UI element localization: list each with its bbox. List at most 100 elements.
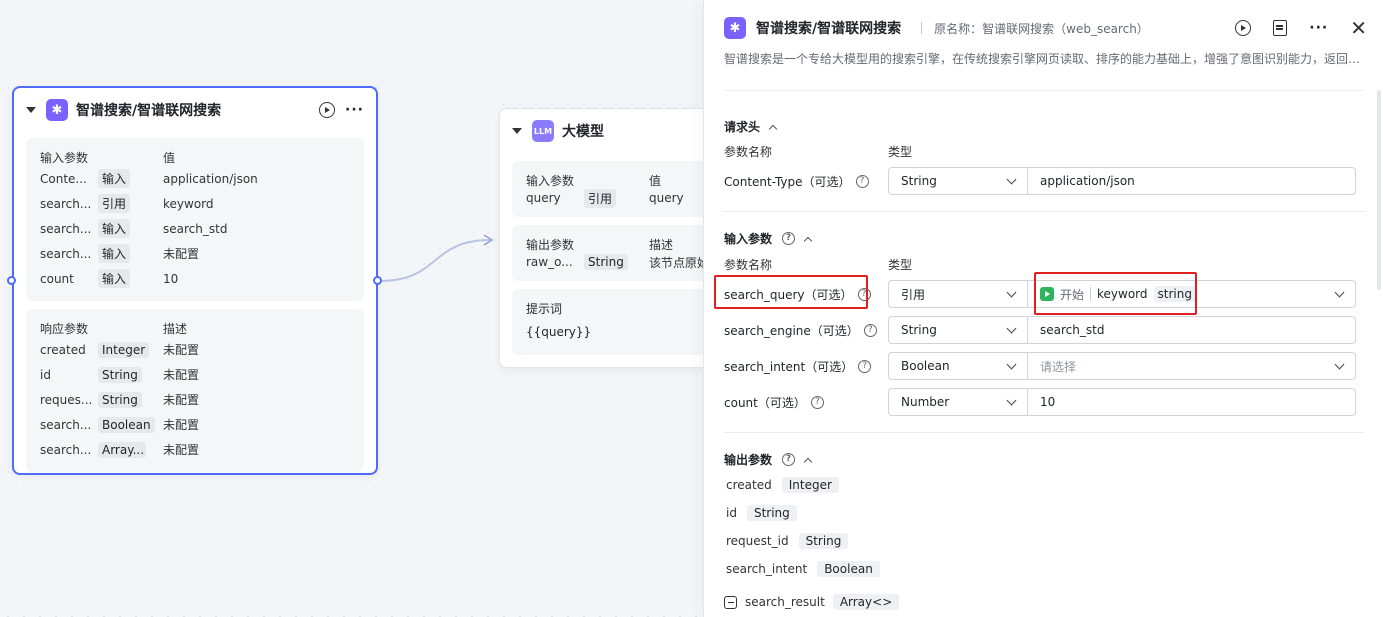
chevron-down-icon bbox=[1334, 359, 1345, 369]
help-icon[interactable]: ? bbox=[858, 359, 872, 373]
search-node-header[interactable]: ✱ 智谱搜索/智谱联网搜索 ··· bbox=[14, 88, 376, 132]
type-select[interactable]: Number bbox=[888, 388, 1028, 416]
plugin-icon: ✱ bbox=[724, 17, 746, 39]
chevron-down-icon bbox=[1006, 287, 1017, 297]
input-row-count: count（可选） ? Number 10 bbox=[724, 388, 1356, 416]
param-mode-tag: 引用 bbox=[584, 188, 617, 208]
prompt-section: 提示词 {{query}} bbox=[512, 289, 726, 355]
help-icon[interactable]: ? bbox=[863, 323, 877, 337]
help-icon[interactable]: ? bbox=[855, 174, 869, 188]
help-icon[interactable]: ? bbox=[782, 232, 796, 245]
input-value: 10 bbox=[1040, 395, 1056, 409]
chevron-up-icon[interactable] bbox=[803, 457, 813, 466]
more-icon[interactable]: ··· bbox=[1309, 21, 1328, 35]
help-icon[interactable]: ? bbox=[782, 453, 796, 466]
table-row: query 引用 query bbox=[526, 188, 712, 208]
chevron-up-icon[interactable] bbox=[803, 236, 813, 245]
output-name: id bbox=[40, 367, 51, 382]
more-icon[interactable]: ··· bbox=[345, 103, 364, 117]
output-row: search_intent Boolean bbox=[726, 561, 880, 577]
header-row-content-type: Content-Type（可选） ? String application/js… bbox=[724, 167, 1356, 195]
run-icon[interactable] bbox=[1235, 20, 1252, 36]
output-name: reques... bbox=[40, 392, 93, 407]
desc-header: 描述 bbox=[163, 321, 188, 336]
input-params-header: 输入参数 bbox=[526, 173, 575, 188]
output-desc: 未配置 bbox=[163, 393, 200, 407]
prompt-label: 提示词 bbox=[526, 301, 563, 316]
output-port[interactable] bbox=[373, 276, 382, 285]
collapse-minus-icon[interactable] bbox=[724, 595, 737, 609]
output-type-tag: Boolean bbox=[98, 416, 155, 433]
param-name: search... bbox=[40, 221, 92, 236]
boolean-select[interactable]: 请选择 bbox=[1028, 352, 1356, 380]
search-node[interactable]: ✱ 智谱搜索/智谱联网搜索 ··· 输入参数 值 Conte... 输入 app… bbox=[12, 86, 378, 475]
field-label: count（可选） bbox=[724, 395, 806, 410]
output-desc: 未配置 bbox=[163, 443, 200, 457]
value-input[interactable]: 10 bbox=[1028, 388, 1356, 416]
search-node-title: 智谱搜索/智谱联网搜索 bbox=[76, 103, 222, 119]
param-value: application/json bbox=[163, 171, 258, 186]
type-value: Boolean bbox=[901, 359, 950, 373]
output-row[interactable]: search_result Array<> bbox=[724, 594, 900, 610]
output-name: search_result bbox=[745, 595, 825, 609]
inputs-section-title[interactable]: 输入参数 ? bbox=[724, 230, 813, 247]
response-params-header: 响应参数 bbox=[40, 321, 89, 336]
type-select[interactable]: String bbox=[888, 316, 1028, 344]
highlight-box-param-name bbox=[714, 275, 868, 309]
type-select[interactable]: Boolean bbox=[888, 352, 1028, 380]
collapse-caret-icon[interactable] bbox=[512, 128, 522, 134]
col-param-name: 参数名称 bbox=[724, 145, 773, 159]
field-label: search_engine（可选） bbox=[724, 323, 859, 338]
output-name: created bbox=[40, 342, 86, 357]
help-icon[interactable]: ? bbox=[810, 395, 824, 409]
output-row: created Integer bbox=[726, 477, 839, 493]
input-port[interactable] bbox=[7, 276, 16, 285]
param-value: 未配置 bbox=[163, 247, 200, 261]
table-row: search... Array... 未配置 bbox=[40, 437, 350, 462]
close-icon[interactable]: ✕ bbox=[1350, 18, 1367, 38]
table-row: count 输入 10 bbox=[40, 266, 350, 291]
table-row: raw_o... String 该节点原始 bbox=[526, 253, 712, 271]
panel-title: 智谱搜索/智谱联网搜索 bbox=[756, 21, 902, 37]
type-value: Number bbox=[901, 395, 950, 409]
chevron-down-icon bbox=[1006, 323, 1017, 333]
collapse-caret-icon[interactable] bbox=[26, 107, 36, 113]
col-param-name: 参数名称 bbox=[724, 258, 773, 272]
output-type-tag: Array<> bbox=[832, 594, 900, 610]
select-placeholder: 请选择 bbox=[1040, 359, 1077, 374]
param-value: 10 bbox=[163, 271, 179, 286]
chevron-up-icon[interactable] bbox=[768, 124, 778, 133]
output-name: id bbox=[726, 506, 737, 520]
table-row: id String 未配置 bbox=[40, 362, 350, 387]
value-input[interactable]: search_std bbox=[1028, 316, 1356, 344]
output-row: id String bbox=[726, 505, 797, 521]
input-value: application/json bbox=[1040, 174, 1135, 188]
headers-title: 请求头 bbox=[724, 120, 761, 134]
divider bbox=[724, 90, 1364, 91]
type-select[interactable]: String bbox=[888, 167, 1028, 195]
field-label: Content-Type（可选） bbox=[724, 174, 851, 189]
value-input[interactable]: application/json bbox=[1028, 167, 1356, 195]
divider bbox=[724, 211, 1364, 212]
table-row: Conte... 输入 application/json bbox=[40, 166, 350, 191]
headers-section-title[interactable]: 请求头 bbox=[724, 118, 778, 135]
output-name: search... bbox=[40, 442, 92, 457]
panel-description: 智谱搜索是一个专给大模型用的搜索引擎，在传统搜索引擎网页读取、排序的能力基础上，… bbox=[724, 52, 1361, 66]
output-type-tag: Integer bbox=[781, 477, 839, 493]
plugin-icon: ✱ bbox=[46, 99, 68, 121]
input-value: search_std bbox=[1040, 323, 1105, 337]
chevron-down-icon bbox=[1006, 174, 1017, 184]
llm-input-section: 输入参数 值 query 引用 query bbox=[512, 161, 726, 217]
param-mode-tag: 输入 bbox=[98, 219, 131, 238]
output-params-header: 输出参数 bbox=[526, 237, 575, 252]
document-icon[interactable] bbox=[1273, 20, 1288, 36]
param-mode-tag: 输入 bbox=[98, 169, 131, 188]
output-name: search... bbox=[40, 417, 92, 432]
run-icon[interactable] bbox=[319, 102, 336, 118]
panel-scrollbar[interactable] bbox=[1377, 90, 1381, 290]
input-params-header: 输入参数 bbox=[40, 150, 89, 165]
outputs-section-title[interactable]: 输出参数 ? bbox=[724, 451, 813, 468]
type-select[interactable]: 引用 bbox=[888, 280, 1028, 308]
param-value: keyword bbox=[163, 196, 214, 211]
value-header: 值 bbox=[163, 150, 176, 165]
